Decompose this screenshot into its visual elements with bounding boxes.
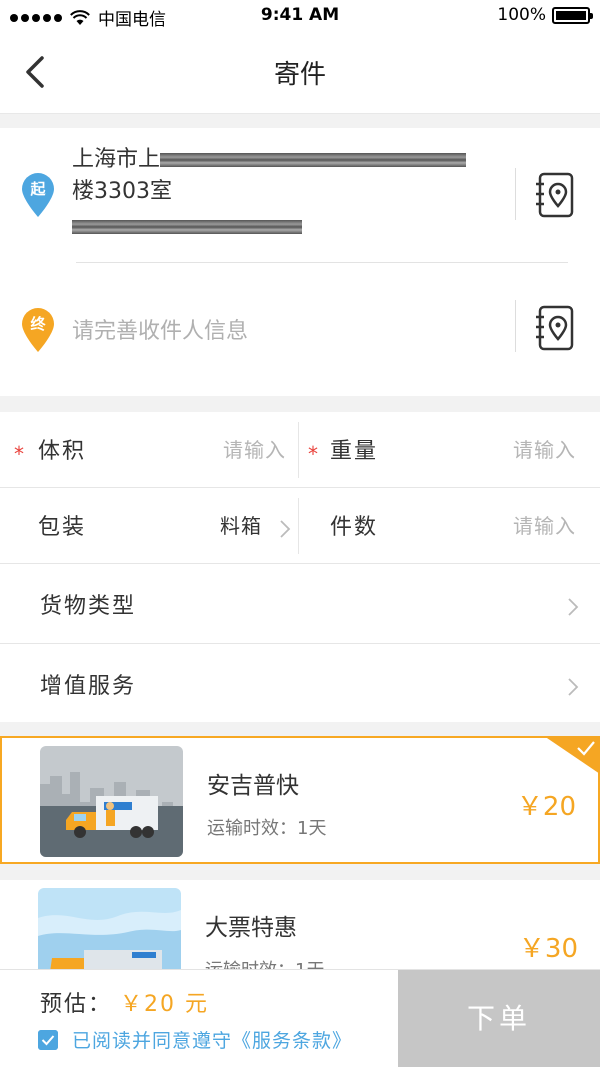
agreement-link[interactable]: 已阅读并同意遵守《服务条款》 bbox=[72, 1026, 352, 1053]
cargo-type-row[interactable]: 货物类型 bbox=[0, 564, 600, 644]
estimate-value: ￥20 元 bbox=[120, 992, 209, 1017]
sender-address-row[interactable]: 起 上海市上 楼3303室 bbox=[0, 128, 600, 262]
value-added-row[interactable]: 增值服务 bbox=[0, 644, 600, 722]
bottom-bar: 预估： ￥20 元 已阅读并同意遵守《服务条款》 下单 bbox=[0, 969, 600, 1067]
sender-address-line2: 楼3303室 bbox=[72, 179, 172, 204]
service-card[interactable]: 安吉普快 运输时效：1天 ￥20 bbox=[0, 736, 600, 864]
service-time: 运输时效：1天 bbox=[207, 818, 327, 839]
sender-address-text: 上海市上 楼3303室 bbox=[72, 144, 467, 240]
volume-field[interactable]: * 体积 请输入 bbox=[0, 412, 298, 488]
start-pin-label: 起 bbox=[30, 180, 46, 198]
required-mark: * bbox=[14, 442, 24, 466]
form-row-package-count: 包装 料箱 件数 请输入 bbox=[0, 488, 600, 564]
count-label: 件数 bbox=[330, 515, 379, 540]
sender-address-line1: 上海市上 bbox=[72, 147, 161, 172]
receiver-address-row[interactable]: 终 请完善收件人信息 bbox=[0, 263, 600, 396]
start-pin-icon: 起 bbox=[20, 172, 56, 218]
service-time: 运输时效：1天 bbox=[205, 956, 324, 969]
weight-label: 重量 bbox=[330, 439, 379, 464]
address-book-icon[interactable] bbox=[536, 305, 576, 351]
package-value[interactable]: 料箱 bbox=[220, 510, 262, 539]
chevron-right-icon bbox=[568, 598, 579, 616]
cargo-type-label: 货物类型 bbox=[40, 594, 137, 619]
address-book-icon[interactable] bbox=[536, 172, 576, 218]
receiver-placeholder: 请完善收件人信息 bbox=[72, 319, 249, 344]
checkbox-checked-icon[interactable] bbox=[38, 1030, 58, 1050]
divider bbox=[515, 168, 516, 220]
required-mark: * bbox=[308, 442, 318, 466]
volume-input[interactable]: 请输入 bbox=[223, 434, 286, 463]
selected-check-icon bbox=[544, 736, 600, 774]
weight-field[interactable]: * 重量 请输入 bbox=[298, 412, 600, 488]
service-card[interactable]: 大票特惠 运输时效：1天 ￥30 bbox=[0, 880, 600, 969]
redacted-text bbox=[72, 220, 302, 234]
package-field[interactable]: 包装 料箱 bbox=[0, 488, 298, 564]
end-pin-icon: 终 bbox=[20, 307, 56, 353]
service-price: ￥20 bbox=[516, 792, 576, 822]
value-added-label: 增值服务 bbox=[40, 674, 137, 699]
cargo-form: * 体积 请输入 * 重量 请输入 包装 料箱 件数 请输入 货物类型 增值服务 bbox=[0, 412, 600, 722]
status-right: 100% bbox=[497, 5, 593, 25]
service-name: 大票特惠 bbox=[205, 915, 297, 941]
chevron-right-icon bbox=[568, 678, 579, 696]
status-bar: 中国电信 9:41 AM 100% bbox=[0, 0, 600, 30]
service-price: ￥30 bbox=[518, 934, 578, 964]
count-input[interactable]: 请输入 bbox=[513, 510, 576, 539]
estimate-label: 预估： bbox=[40, 992, 113, 1017]
delivery-truck-image bbox=[40, 746, 183, 857]
package-label: 包装 bbox=[38, 515, 87, 540]
chevron-right-icon bbox=[280, 520, 291, 538]
weight-input[interactable]: 请输入 bbox=[513, 434, 576, 463]
end-pin-label: 终 bbox=[30, 315, 46, 333]
divider bbox=[515, 300, 516, 352]
nav-bar: 寄件 bbox=[0, 30, 600, 114]
battery-percent: 100% bbox=[497, 5, 546, 25]
delivery-truck-image bbox=[38, 888, 181, 969]
volume-label: 体积 bbox=[38, 439, 87, 464]
count-field[interactable]: 件数 请输入 bbox=[298, 488, 600, 564]
address-card: 起 上海市上 楼3303室 终 请完善收件人信息 bbox=[0, 128, 600, 396]
battery-icon bbox=[552, 6, 593, 24]
redacted-text bbox=[160, 153, 467, 167]
page-title: 寄件 bbox=[273, 60, 326, 90]
submit-order-button[interactable]: 下单 bbox=[398, 970, 600, 1067]
service-name: 安吉普快 bbox=[207, 773, 299, 799]
form-row-volume-weight: * 体积 请输入 * 重量 请输入 bbox=[0, 412, 600, 488]
